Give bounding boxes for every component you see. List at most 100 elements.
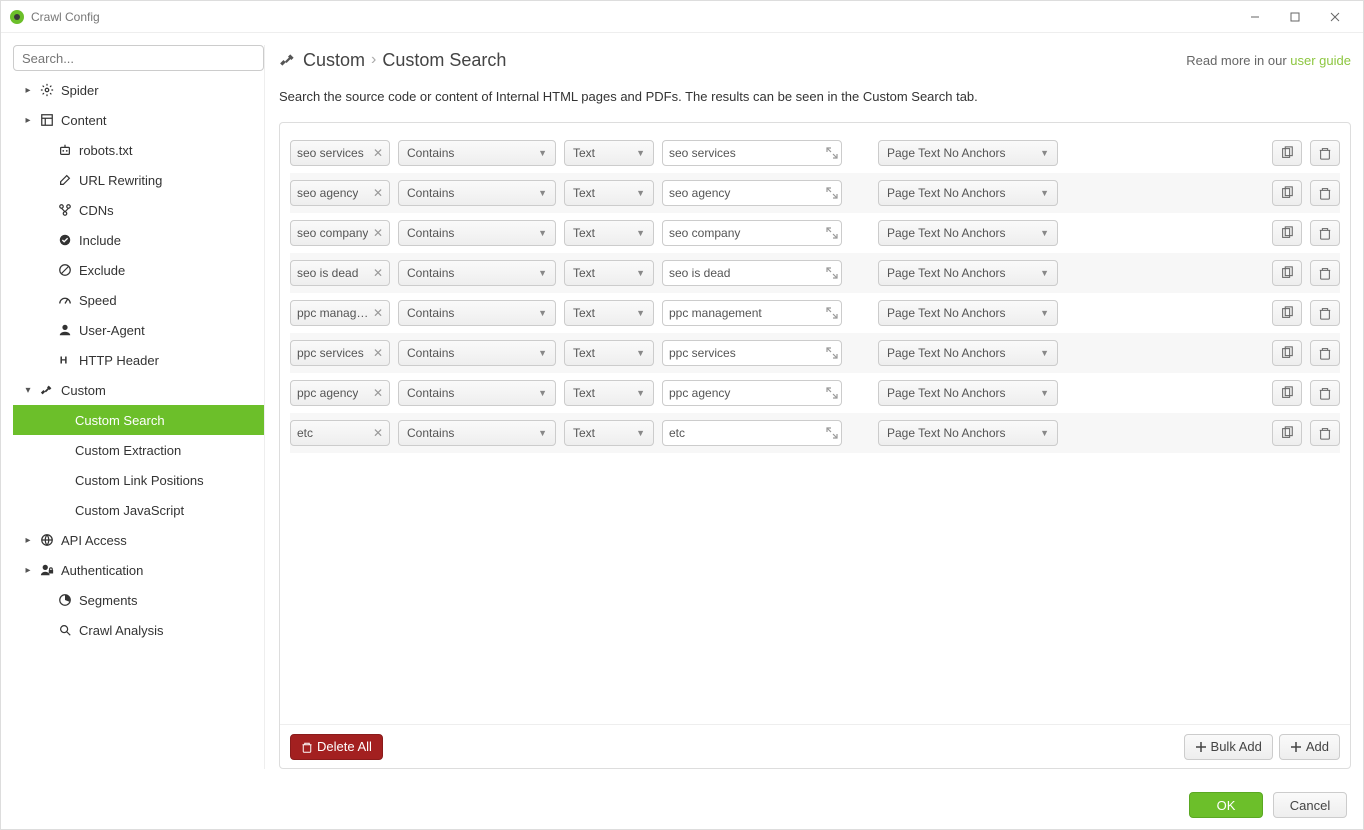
delete-button[interactable]: [1310, 220, 1340, 246]
sidebar-item-custom-link-positions[interactable]: ▸Custom Link Positions: [13, 465, 264, 495]
clear-name-icon[interactable]: ✕: [373, 266, 383, 280]
sidebar-item-custom[interactable]: ▾Custom: [13, 375, 264, 405]
expand-icon[interactable]: [824, 147, 840, 159]
user-guide-link[interactable]: user guide: [1290, 53, 1351, 68]
source-dropdown[interactable]: Page Text No Anchors▼: [878, 380, 1058, 406]
rule-name-tag[interactable]: seo agency✕: [290, 180, 390, 206]
expand-icon[interactable]: [824, 307, 840, 319]
sidebar-item-exclude[interactable]: ▸Exclude: [13, 255, 264, 285]
filter-dropdown[interactable]: Contains▼: [398, 380, 556, 406]
source-dropdown[interactable]: Page Text No Anchors▼: [878, 180, 1058, 206]
delete-button[interactable]: [1310, 180, 1340, 206]
source-dropdown[interactable]: Page Text No Anchors▼: [878, 300, 1058, 326]
value-input[interactable]: [669, 346, 824, 360]
source-dropdown[interactable]: Page Text No Anchors▼: [878, 340, 1058, 366]
sidebar-item-spider[interactable]: ▸Spider: [13, 75, 264, 105]
filter-dropdown[interactable]: Contains▼: [398, 180, 556, 206]
clear-name-icon[interactable]: ✕: [373, 346, 383, 360]
minimize-button[interactable]: [1235, 5, 1275, 29]
value-input[interactable]: [669, 426, 824, 440]
source-dropdown[interactable]: Page Text No Anchors▼: [878, 220, 1058, 246]
sidebar-item-user-agent[interactable]: ▸User-Agent: [13, 315, 264, 345]
filter-dropdown[interactable]: Contains▼: [398, 260, 556, 286]
filter-dropdown[interactable]: Contains▼: [398, 420, 556, 446]
duplicate-button[interactable]: [1272, 340, 1302, 366]
source-dropdown[interactable]: Page Text No Anchors▼: [878, 140, 1058, 166]
close-button[interactable]: [1315, 5, 1355, 29]
delete-button[interactable]: [1310, 140, 1340, 166]
type-dropdown[interactable]: Text▼: [564, 420, 654, 446]
duplicate-button[interactable]: [1272, 220, 1302, 246]
sidebar-item-crawl-analysis[interactable]: ▸Crawl Analysis: [13, 615, 264, 645]
sidebar-item-speed[interactable]: ▸Speed: [13, 285, 264, 315]
delete-button[interactable]: [1310, 300, 1340, 326]
sidebar-item-cdns[interactable]: ▸CDNs: [13, 195, 264, 225]
bulk-add-button[interactable]: Bulk Add: [1184, 734, 1273, 760]
rule-name-tag[interactable]: ppc management✕: [290, 300, 390, 326]
sidebar-item-custom-javascript[interactable]: ▸Custom JavaScript: [13, 495, 264, 525]
clear-name-icon[interactable]: ✕: [373, 306, 383, 320]
duplicate-button[interactable]: [1272, 260, 1302, 286]
sidebar-item-url-rewriting[interactable]: ▸URL Rewriting: [13, 165, 264, 195]
sidebar-item-http-header[interactable]: ▸HHTTP Header: [13, 345, 264, 375]
source-dropdown[interactable]: Page Text No Anchors▼: [878, 260, 1058, 286]
type-dropdown[interactable]: Text▼: [564, 180, 654, 206]
rule-name-tag[interactable]: seo services✕: [290, 140, 390, 166]
rule-name-tag[interactable]: seo company✕: [290, 220, 390, 246]
clear-name-icon[interactable]: ✕: [373, 426, 383, 440]
value-input[interactable]: [669, 226, 824, 240]
expand-icon[interactable]: [824, 187, 840, 199]
sidebar-search-input[interactable]: [13, 45, 264, 71]
duplicate-button[interactable]: [1272, 380, 1302, 406]
add-button[interactable]: Add: [1279, 734, 1340, 760]
type-dropdown[interactable]: Text▼: [564, 300, 654, 326]
sidebar-item-content[interactable]: ▸Content: [13, 105, 264, 135]
sidebar-item-authentication[interactable]: ▸Authentication: [13, 555, 264, 585]
value-input[interactable]: [669, 186, 824, 200]
value-input[interactable]: [669, 266, 824, 280]
sidebar-item-custom-search[interactable]: ▸Custom Search: [13, 405, 264, 435]
expand-icon[interactable]: [824, 227, 840, 239]
clear-name-icon[interactable]: ✕: [373, 386, 383, 400]
delete-button[interactable]: [1310, 420, 1340, 446]
type-dropdown[interactable]: Text▼: [564, 260, 654, 286]
type-dropdown[interactable]: Text▼: [564, 140, 654, 166]
sidebar-item-api-access[interactable]: ▸API Access: [13, 525, 264, 555]
duplicate-button[interactable]: [1272, 300, 1302, 326]
clear-name-icon[interactable]: ✕: [373, 226, 383, 240]
cancel-button[interactable]: Cancel: [1273, 792, 1347, 818]
delete-button[interactable]: [1310, 380, 1340, 406]
maximize-button[interactable]: [1275, 5, 1315, 29]
ok-button[interactable]: OK: [1189, 792, 1263, 818]
sidebar-item-robots-txt[interactable]: ▸robots.txt: [13, 135, 264, 165]
rule-name-tag[interactable]: ppc services✕: [290, 340, 390, 366]
filter-dropdown[interactable]: Contains▼: [398, 140, 556, 166]
expand-icon[interactable]: [824, 427, 840, 439]
filter-dropdown[interactable]: Contains▼: [398, 300, 556, 326]
value-input[interactable]: [669, 146, 824, 160]
filter-dropdown[interactable]: Contains▼: [398, 220, 556, 246]
expand-icon[interactable]: [824, 387, 840, 399]
sidebar-item-segments[interactable]: ▸Segments: [13, 585, 264, 615]
expand-icon[interactable]: [824, 347, 840, 359]
duplicate-button[interactable]: [1272, 180, 1302, 206]
expand-icon[interactable]: [824, 267, 840, 279]
rule-name-tag[interactable]: ppc agency✕: [290, 380, 390, 406]
sidebar-item-custom-extraction[interactable]: ▸Custom Extraction: [13, 435, 264, 465]
delete-button[interactable]: [1310, 260, 1340, 286]
duplicate-button[interactable]: [1272, 420, 1302, 446]
filter-dropdown[interactable]: Contains▼: [398, 340, 556, 366]
source-dropdown[interactable]: Page Text No Anchors▼: [878, 420, 1058, 446]
rule-name-tag[interactable]: seo is dead✕: [290, 260, 390, 286]
type-dropdown[interactable]: Text▼: [564, 220, 654, 246]
clear-name-icon[interactable]: ✕: [373, 186, 383, 200]
delete-button[interactable]: [1310, 340, 1340, 366]
rule-name-tag[interactable]: etc✕: [290, 420, 390, 446]
sidebar-item-include[interactable]: ▸Include: [13, 225, 264, 255]
type-dropdown[interactable]: Text▼: [564, 380, 654, 406]
value-input[interactable]: [669, 306, 824, 320]
type-dropdown[interactable]: Text▼: [564, 340, 654, 366]
duplicate-button[interactable]: [1272, 140, 1302, 166]
delete-all-button[interactable]: Delete All: [290, 734, 383, 760]
value-input[interactable]: [669, 386, 824, 400]
